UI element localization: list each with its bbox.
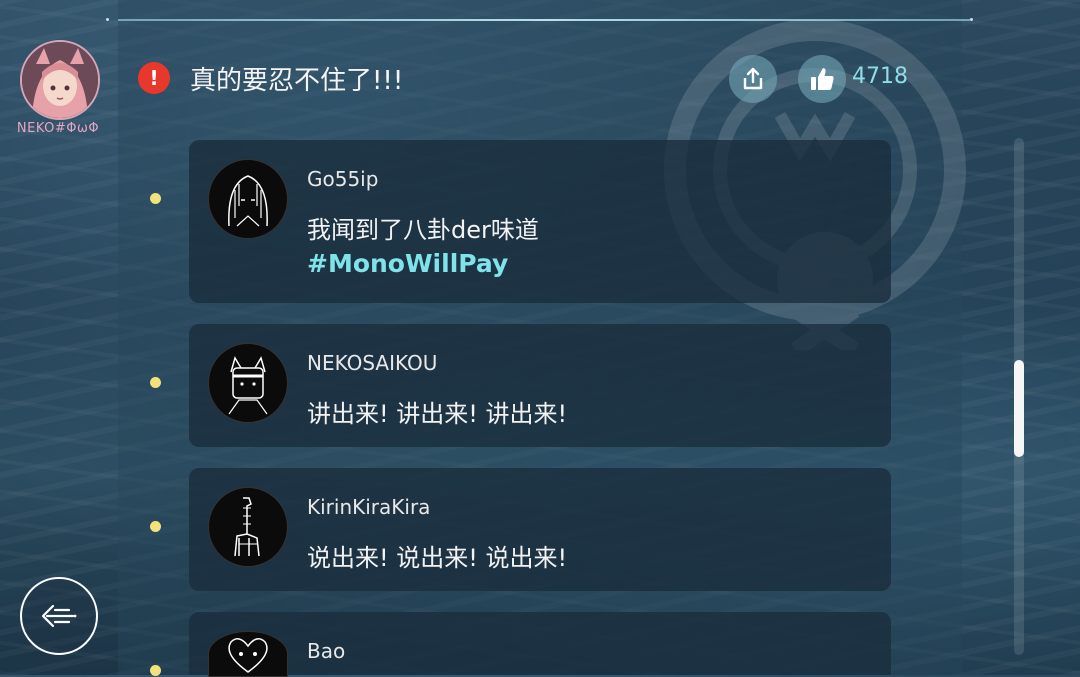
comment-text: 讲出来! 讲出来! 讲出来! [307, 400, 568, 428]
comment-author: KirinKiraKira [307, 495, 431, 519]
comment-author: Bao [307, 639, 346, 663]
exclamation-icon: ! [138, 62, 170, 94]
top-divider [118, 19, 970, 21]
comment-text: 我闻到了八卦der味道 [307, 216, 539, 244]
comment-bullet [150, 665, 161, 676]
commenter-avatar[interactable] [208, 159, 288, 239]
share-button[interactable] [729, 55, 777, 103]
comment-card[interactable]: Bao [189, 612, 891, 677]
like-count: 4718 [852, 64, 908, 89]
commenter-avatar[interactable] [208, 487, 288, 567]
commenter-avatar[interactable] [208, 343, 288, 423]
comment-card[interactable]: KirinKiraKira 说出来! 说出来! 说出来! [189, 468, 891, 591]
share-icon [743, 67, 763, 90]
comment-hashtag-link[interactable]: #MonoWillPay [307, 249, 508, 278]
like-button[interactable] [798, 55, 846, 103]
cat-girl-sketch-avatar-icon [228, 356, 268, 415]
comment-bullet [150, 193, 161, 204]
divider-dot [970, 18, 973, 21]
thumbs-up-icon [811, 68, 834, 90]
comment-card[interactable]: NEKOSAIKOU 讲出来! 讲出来! 讲出来! [189, 324, 891, 447]
user-name: NEKO#ΦωΦ [16, 121, 100, 136]
comment-author: Go55ip [307, 167, 379, 191]
scrollbar-thumb[interactable] [1014, 360, 1024, 457]
post-title: 真的要忍不住了!!! [190, 66, 404, 96]
avatar-portrait-icon [22, 42, 98, 118]
comment-bullet [150, 521, 161, 532]
back-button[interactable] [20, 577, 98, 655]
back-arrow-icon [41, 604, 77, 628]
comment-author: NEKOSAIKOU [307, 351, 438, 375]
comment-card[interactable]: Go55ip 我闻到了八卦der味道 #MonoWillPay [189, 140, 891, 303]
heart-sketch-avatar-icon [228, 638, 268, 673]
girl-sketch-avatar-icon [228, 175, 268, 227]
comment-text: 说出来! 说出来! 说出来! [307, 544, 568, 572]
commenter-avatar[interactable] [208, 631, 288, 677]
giraffe-sketch-avatar-icon [234, 497, 260, 557]
comment-bullet [150, 377, 161, 388]
divider-dot [106, 18, 109, 21]
user-avatar[interactable] [20, 40, 100, 120]
